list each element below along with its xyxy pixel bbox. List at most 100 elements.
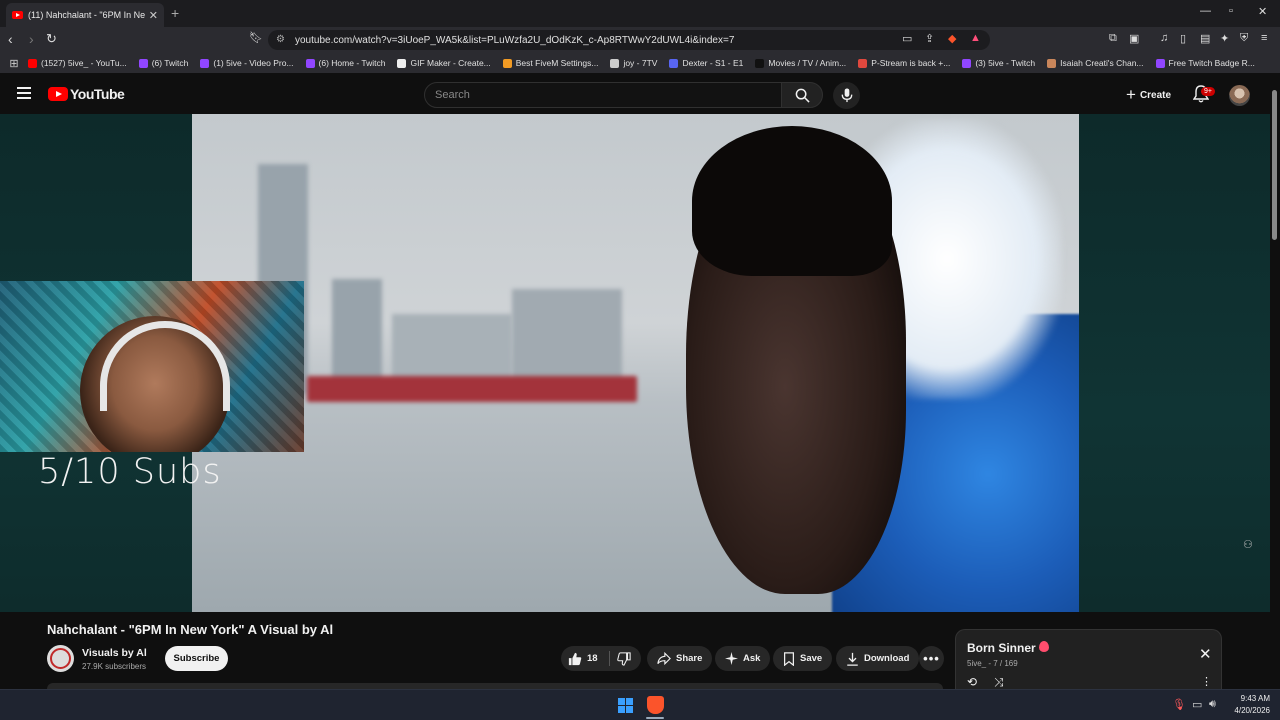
share-icon [657, 652, 671, 665]
bookmark-favicon-icon [669, 58, 679, 68]
bookmark-item[interactable]: (3) 5ive - Twitch [962, 58, 1035, 68]
bookmark-item[interactable]: P-Stream is back +... [858, 58, 950, 68]
bookmark-item[interactable]: (1) 5ive - Video Pro... [200, 58, 294, 68]
vpn-icon[interactable]: ⛨ [1240, 32, 1248, 45]
minimize-icon[interactable]: — [1200, 5, 1211, 17]
bookmark-icon[interactable]: 🔖︎ [249, 31, 263, 44]
channel-avatar[interactable] [47, 645, 74, 672]
bookmark-item[interactable]: GIF Maker - Create... [397, 58, 491, 68]
bookmark-item[interactable]: Movies / TV / Anim... [755, 58, 846, 68]
url-bar[interactable]: ⚙ youtube.com/watch?v=3iUoeP_WA5k&list=P… [268, 30, 990, 50]
bookmark-item[interactable]: (6) Home - Twitch [305, 58, 385, 68]
wallet-icon[interactable]: ▤ [1200, 32, 1210, 45]
loop-icon[interactable]: ⟲ [967, 675, 977, 689]
dislike-button[interactable] [617, 651, 636, 666]
bookmark-list: (1527) 5ive_ - YouTu... (6) Twitch (1) 5iv… [28, 58, 1267, 68]
video-player[interactable] [192, 114, 1079, 612]
more-actions-button[interactable]: ••• [919, 646, 944, 671]
bookmark-label: Free Twitch Badge R... [1168, 58, 1255, 68]
tab-close-icon[interactable]: ✕ [149, 9, 158, 22]
address-toolbar: ‹ › ↻ 🔖︎ ⚙ youtube.com/watch?v=3iUoeP_WA… [0, 27, 1280, 53]
bookmark-item[interactable]: Isaiah Creati's Chan... [1047, 58, 1144, 68]
channel-name[interactable]: Visuals by Al [82, 647, 147, 659]
playlist-meta: 5ive_ - 7 / 169 [967, 659, 1018, 668]
voice-search-button[interactable] [833, 82, 860, 109]
apps-grid-icon[interactable]: ⊞ [0, 57, 28, 70]
site-settings-icon[interactable]: ⚙ [276, 34, 285, 45]
brave-shields-icon[interactable]: ◆ [948, 32, 956, 45]
skyline-building [392, 314, 512, 384]
share-page-icon[interactable]: ⇪ [925, 32, 934, 45]
browser-tab[interactable]: (11) Nahchalant - "6PM In New Y ✕ [6, 3, 164, 27]
subscriber-count: 27.9K subscribers [82, 662, 147, 671]
media-icon[interactable]: ♫ [1160, 32, 1168, 44]
extensions-icon[interactable]: ⧉ [1109, 32, 1117, 45]
bookmark-item[interactable]: joy - 7TV [610, 58, 657, 68]
like-button[interactable]: 18 [568, 652, 598, 666]
sidebar-icon[interactable]: ▯ [1180, 32, 1186, 45]
guide-menu-icon[interactable] [17, 87, 31, 99]
brave-browser-icon[interactable] [647, 696, 664, 714]
ambient-mode-icon: ⚇ [1243, 539, 1253, 551]
bookmark-item[interactable]: (6) Twitch [138, 58, 189, 68]
download-button[interactable]: Download [836, 646, 920, 671]
cast-icon[interactable]: ▭ [902, 32, 912, 45]
bookmark-item[interactable]: Best FiveM Settings... [502, 58, 598, 68]
reload-icon[interactable]: ↻ [46, 31, 57, 47]
account-avatar[interactable] [1229, 85, 1250, 106]
bookmark-label: (1527) 5ive_ - YouTu... [41, 58, 127, 68]
windows-start-icon[interactable] [618, 698, 633, 713]
bookmark-item[interactable]: Free Twitch Badge R... [1155, 58, 1255, 68]
download-icon [847, 652, 858, 666]
playlist-title[interactable]: Born Sinner [967, 641, 1036, 655]
volume-icon[interactable]: 🔊︎ [1209, 698, 1216, 711]
new-tab-icon[interactable]: + [171, 5, 179, 21]
maximize-icon[interactable]: ▫ [1229, 5, 1233, 17]
subscribe-button[interactable]: Subscribe [165, 646, 228, 671]
bookmark-label: (6) Twitch [151, 58, 189, 68]
network-icon[interactable]: ▭ [1192, 698, 1202, 711]
bookmark-favicon-icon [397, 58, 407, 68]
back-icon[interactable]: ‹ [8, 31, 13, 47]
search-button[interactable] [781, 82, 823, 108]
blood-drop-icon [1039, 641, 1049, 652]
video-title: Nahchalant - "6PM In New York" A Visual … [47, 622, 334, 637]
url-text: youtube.com/watch?v=3iUoeP_WA5k&list=PLu… [295, 34, 735, 46]
share-button[interactable]: Share [647, 646, 713, 671]
bookmark-label: GIF Maker - Create... [410, 58, 491, 68]
close-playlist-icon[interactable]: ✕ [1199, 645, 1212, 663]
share-label: Share [676, 653, 703, 664]
leo-ai-icon[interactable]: ✦ [1220, 32, 1229, 45]
download-label: Download [864, 653, 910, 664]
taskbar-clock[interactable]: 9:43 AM 4/20/2026 [1226, 693, 1270, 717]
search-input[interactable]: Search [424, 82, 782, 108]
bookmark-favicon-icon [1155, 58, 1165, 68]
webcam-overlay [0, 281, 304, 452]
forward-icon[interactable]: › [29, 31, 34, 47]
bookmark-label: (1) 5ive - Video Pro... [213, 58, 294, 68]
bookmark-label: Dexter - S1 - E1 [682, 58, 744, 68]
save-button[interactable]: Save [773, 646, 833, 671]
sparkle-icon [725, 652, 738, 665]
bookmark-item[interactable]: (1527) 5ive_ - YouTu... [28, 58, 127, 68]
bookmark-save-icon [784, 651, 794, 666]
more-vertical-icon[interactable]: ⋮ [1201, 675, 1212, 688]
scrollbar-thumb[interactable] [1272, 90, 1277, 240]
menu-icon[interactable]: ≡ [1261, 32, 1267, 44]
close-window-icon[interactable]: ✕ [1258, 5, 1267, 18]
shuffle-icon[interactable]: ⤨ [994, 675, 1004, 690]
ask-button[interactable]: Ask [715, 646, 771, 671]
bookmark-label: Isaiah Creati's Chan... [1060, 58, 1144, 68]
bookmark-favicon-icon [305, 58, 315, 68]
brave-rewards-icon[interactable]: ▲ [970, 32, 981, 44]
clock-time: 9:43 AM [1240, 694, 1270, 703]
browser-tab-bar: (11) Nahchalant - "6PM In New Y ✕ + — ▫ … [0, 0, 1280, 27]
tab-title: (11) Nahchalant - "6PM In New Y [28, 10, 145, 20]
youtube-logo[interactable]: YouTube [48, 86, 125, 102]
create-button[interactable]: + Create [1120, 84, 1177, 106]
bookmark-item[interactable]: Dexter - S1 - E1 [669, 58, 743, 68]
bookmark-favicon-icon [138, 58, 148, 68]
clock-date: 4/20/2026 [1234, 706, 1270, 715]
screenshot-icon[interactable]: ▣ [1129, 32, 1139, 45]
microphone-tray-icon[interactable]: 🎙︎ [1172, 698, 1186, 711]
